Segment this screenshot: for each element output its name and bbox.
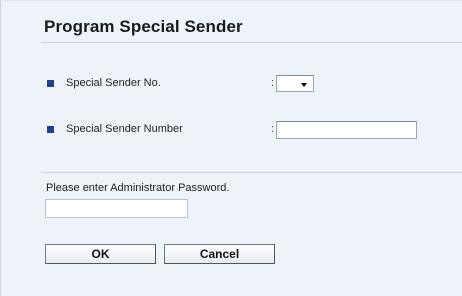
admin-password-field[interactable] [45, 199, 188, 218]
section-divider [41, 172, 462, 173]
program-special-sender-panel: Program Special Sender Special Sender No… [0, 0, 462, 296]
square-bullet-icon [47, 126, 54, 133]
special-sender-no-colon: : [271, 77, 275, 89]
title-divider [41, 42, 462, 43]
special-sender-no-row: Special Sender No. : [47, 75, 462, 95]
special-sender-no-select[interactable] [276, 75, 314, 92]
special-sender-number-input[interactable] [276, 121, 417, 139]
page-title: Program Special Sender [44, 17, 243, 36]
special-sender-number-colon: : [271, 123, 275, 135]
special-sender-number-label: Special Sender Number [66, 123, 183, 135]
cancel-button[interactable]: Cancel [164, 244, 275, 264]
dropdown-arrow-icon[interactable] [301, 83, 307, 87]
ok-button[interactable]: OK [45, 244, 156, 264]
admin-password-prompt: Please enter Administrator Password. [46, 182, 230, 194]
special-sender-number-row: Special Sender Number : [47, 121, 462, 141]
square-bullet-icon [47, 80, 54, 87]
special-sender-no-label: Special Sender No. [66, 77, 161, 89]
